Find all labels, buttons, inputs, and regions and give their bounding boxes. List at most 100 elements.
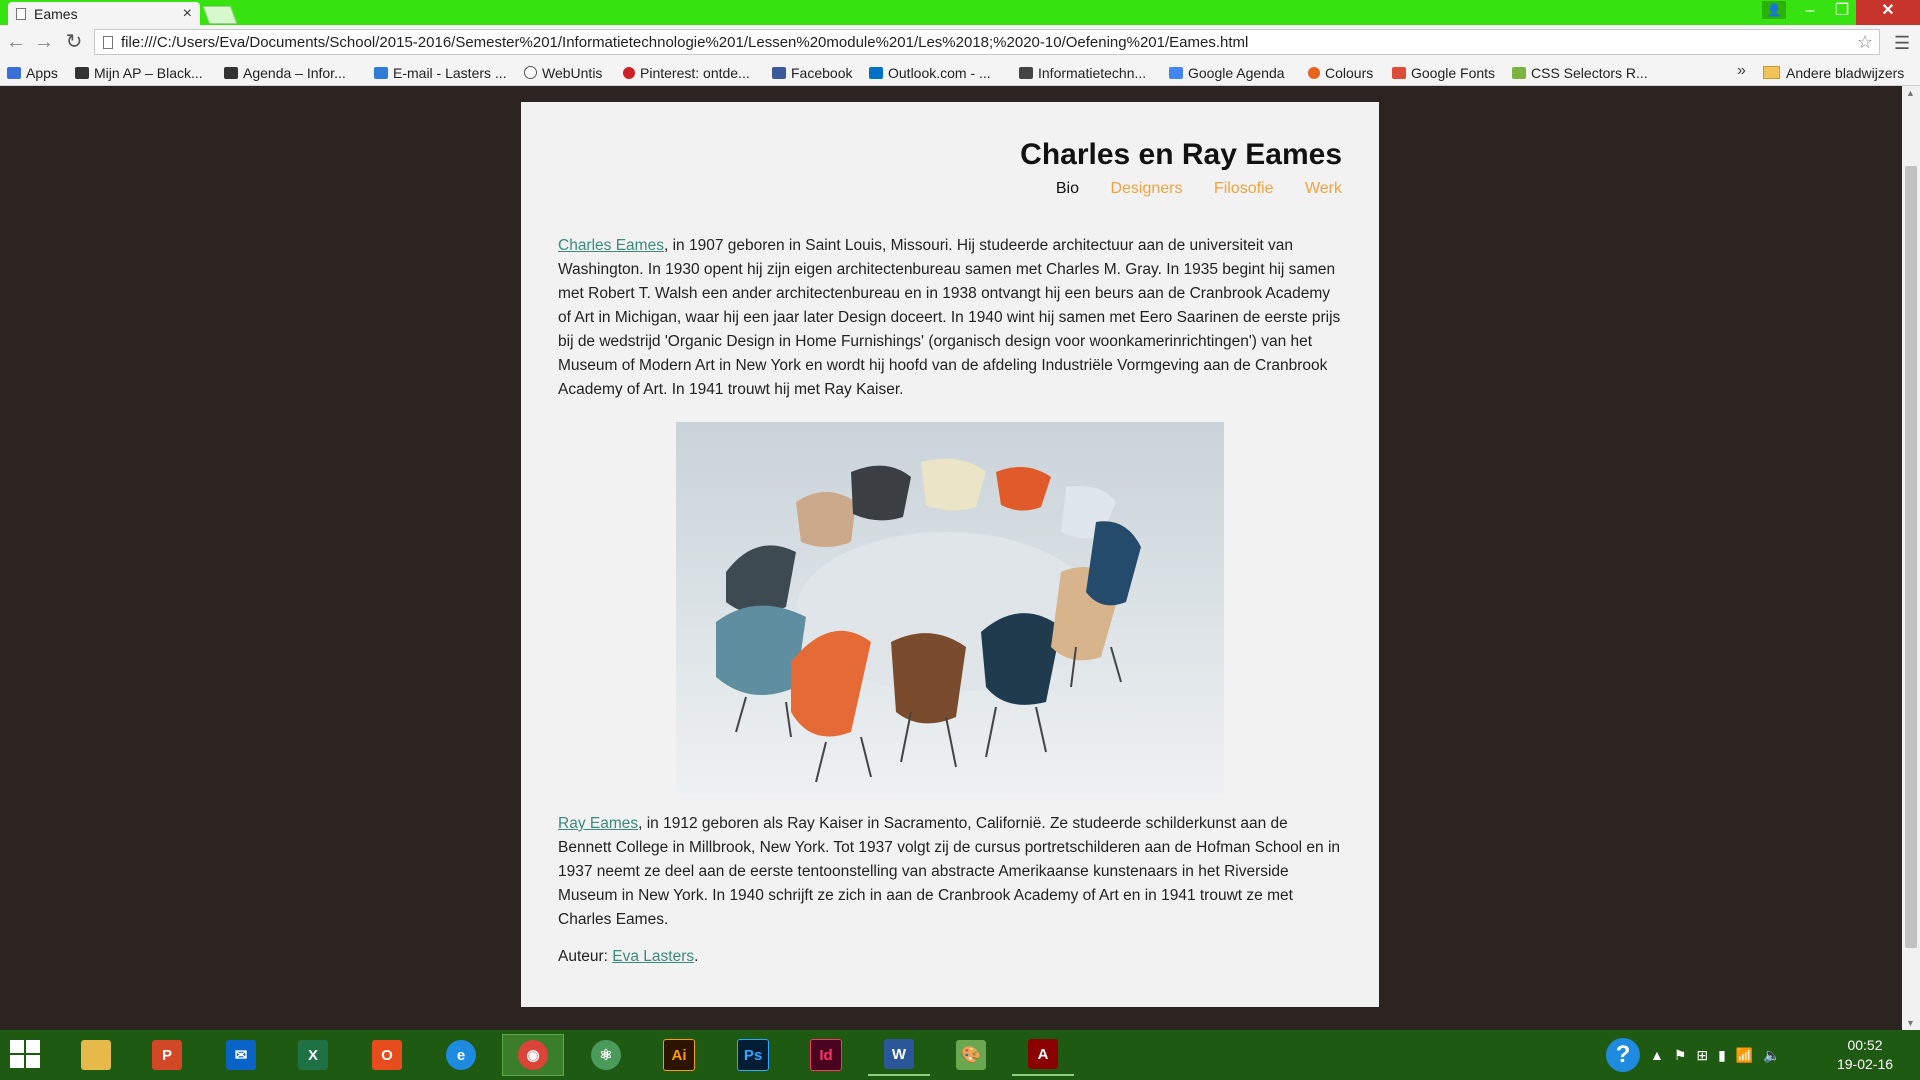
profile-icon[interactable]: 👤 [1762,1,1786,19]
author-link[interactable]: Eva Lasters [612,948,694,965]
taskbar-file-explorer[interactable] [65,1034,127,1076]
bookmark-star-icon[interactable]: ☆ [1857,32,1873,53]
taskbar-chrome[interactable]: ◉ [502,1034,564,1076]
address-bar[interactable]: file:///C:/Users/Eva/Documents/School/20… [94,29,1880,55]
taskbar-clock[interactable]: 00:52 19-02-16 [1816,1036,1914,1074]
bookmark-label: Apps [26,64,58,81]
content-card: Charles en Ray Eames Bio Designers Filos… [521,102,1379,1007]
tray-expand-icon[interactable]: ▲ [1650,1047,1664,1063]
photoshop-icon: Ps [737,1039,769,1071]
nav-designers[interactable]: Designers [1110,180,1182,197]
chrome-icon: ◉ [518,1040,548,1070]
bookmark-informatie[interactable]: Informatietechn... [1019,60,1146,85]
windows-icon[interactable]: ⊞ [1696,1047,1708,1064]
back-icon[interactable]: ← [4,29,28,55]
taskbar-acrobat[interactable]: A [1012,1034,1074,1076]
facebook-icon [772,66,786,79]
taskbar-internet-explorer[interactable]: e [430,1034,492,1076]
excel-icon: X [298,1040,328,1070]
taskbar-paint[interactable]: 🎨 [940,1034,1002,1076]
internet-explorer-icon: e [446,1040,476,1070]
blackboard-icon [75,66,89,79]
scroll-down-icon[interactable]: ▼ [1906,1018,1915,1028]
other-bookmarks-label: Andere bladwijzers [1786,64,1905,81]
network-icon[interactable]: 📶 [1736,1047,1753,1064]
colours-icon [1308,66,1320,79]
taskbar-indesign[interactable]: Id [795,1034,857,1076]
windows-start-icon[interactable] [10,1040,42,1070]
new-tab-button[interactable] [202,6,238,24]
tab-eames[interactable]: Eames × [8,2,200,25]
outlook-icon [869,66,883,79]
css-icon [1512,66,1526,79]
paint-icon: 🎨 [956,1040,986,1070]
help-icon[interactable]: ? [1606,1038,1640,1072]
fonts-icon [1392,66,1406,79]
window-close-icon[interactable]: ✕ [1856,0,1920,25]
scroll-up-icon[interactable]: ▲ [1906,88,1915,98]
apps-grid-icon [7,66,21,79]
bookmark-outlook[interactable]: Outlook.com - ... [869,60,991,85]
taskbar-atom[interactable]: ⚛ [575,1034,637,1076]
calendar-icon [1169,66,1183,79]
bio-charles-text: , in 1907 geboren in Saint Louis, Missou… [558,237,1341,398]
close-tab-icon[interactable]: × [183,5,192,23]
word-icon: W [884,1039,914,1069]
bookmark-pinterest[interactable]: Pinterest: ontde... [623,60,750,85]
bookmark-label: Outlook.com - ... [888,64,991,81]
bookmark-label: Colours [1325,64,1374,81]
blackboard-icon [224,66,238,79]
nav-werk[interactable]: Werk [1305,180,1342,197]
ray-eames-link[interactable]: Ray Eames [558,815,638,832]
other-bookmarks[interactable]: Andere bladwijzers [1763,60,1904,85]
taskbar-photoshop[interactable]: Ps [722,1034,784,1076]
author-line: Auteur: Eva Lasters. [558,948,1342,966]
acrobat-icon: A [1028,1039,1058,1069]
pinterest-icon [623,66,635,79]
nav-filosofie[interactable]: Filosofie [1214,180,1274,197]
forward-icon[interactable]: → [32,29,56,55]
taskbar-powerpoint[interactable]: P [136,1034,198,1076]
url-text: file:///C:/Users/Eva/Documents/School/20… [121,33,1249,51]
taskbar-excel[interactable]: X [282,1034,344,1076]
bookmark-label: Google Agenda [1188,64,1285,81]
illustrator-icon: Ai [663,1039,695,1071]
chairs-illustration [676,422,1224,794]
battery-icon[interactable]: ▮ [1718,1047,1726,1064]
tab-strip: Eames × 👤 – ❐ ✕ [0,0,1920,25]
charles-eames-link[interactable]: Charles Eames [558,237,664,254]
reload-icon[interactable]: ↻ [62,29,86,55]
page-scrollbar[interactable]: ▲ ▼ [1902,86,1920,1030]
bookmark-agenda[interactable]: Agenda – Infor... [224,60,346,85]
powerpoint-icon: P [152,1040,182,1070]
bookmark-google-agenda[interactable]: Google Agenda [1169,60,1285,85]
bookmark-webuntis[interactable]: WebUntis [524,60,602,85]
flag-icon[interactable]: ⚑ [1674,1047,1687,1064]
cube-icon [1019,66,1033,79]
taskbar-office[interactable]: O [356,1034,418,1076]
author-label: Auteur: [558,948,613,965]
taskbar-illustrator[interactable]: Ai [648,1034,710,1076]
bookmark-css-selectors[interactable]: CSS Selectors R... [1512,60,1648,85]
taskbar-word[interactable]: W [868,1034,930,1076]
bookmark-email[interactable]: E-mail - Lasters ... [374,60,507,85]
volume-icon[interactable]: 🔈 [1763,1047,1780,1064]
windows-taskbar: P ✉ X O e ◉ ⚛ Ai Ps Id W 🎨 A ? ▲ ⚑ ⊞ ▮ 📶… [0,1030,1920,1080]
bookmark-colours[interactable]: Colours [1308,60,1373,85]
bookmark-google-fonts[interactable]: Google Fonts [1392,60,1495,85]
bookmarks-bar: Apps Mijn AP – Black... Agenda – Infor..… [0,60,1920,86]
bio-charles: Charles Eames, in 1907 geboren in Saint … [558,234,1342,402]
menu-icon[interactable]: ☰ [1894,33,1910,54]
bookmark-apps[interactable]: Apps [7,60,58,85]
scroll-thumb[interactable] [1905,166,1917,948]
bookmark-facebook[interactable]: Facebook [772,60,852,85]
browser-toolbar: ← → ↻ file:///C:/Users/Eva/Documents/Sch… [0,25,1920,60]
atom-icon: ⚛ [591,1040,621,1070]
nav-bio[interactable]: Bio [1056,180,1079,197]
bookmark-mijn-ap[interactable]: Mijn AP – Black... [75,60,203,85]
bio-ray: Ray Eames, in 1912 geboren als Ray Kaise… [558,812,1342,932]
clock-date: 19-02-16 [1836,1056,1894,1072]
taskbar-mail[interactable]: ✉ [210,1034,272,1076]
more-bookmarks-chevron-icon[interactable]: » [1737,62,1746,80]
author-suffix: . [694,948,699,965]
